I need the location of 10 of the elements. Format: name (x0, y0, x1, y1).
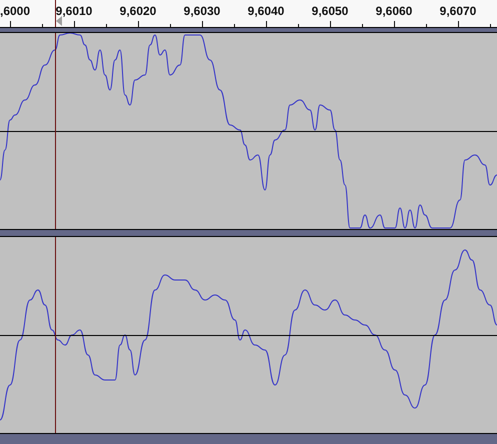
cursor-line (55, 0, 56, 27)
tick-label: 9,6030 (184, 4, 220, 18)
tick-label: 9,6070 (440, 4, 476, 18)
tick-label: 9,6050 (312, 4, 348, 18)
tick-label: 9,6010 (56, 4, 92, 18)
play-head-icon[interactable] (56, 16, 62, 26)
tick-label: 9,6060 (376, 4, 412, 18)
tick-label: ,6000 (0, 4, 30, 18)
tick-label: 9,6040 (248, 4, 284, 18)
tick-label: 9,6020 (120, 4, 156, 18)
